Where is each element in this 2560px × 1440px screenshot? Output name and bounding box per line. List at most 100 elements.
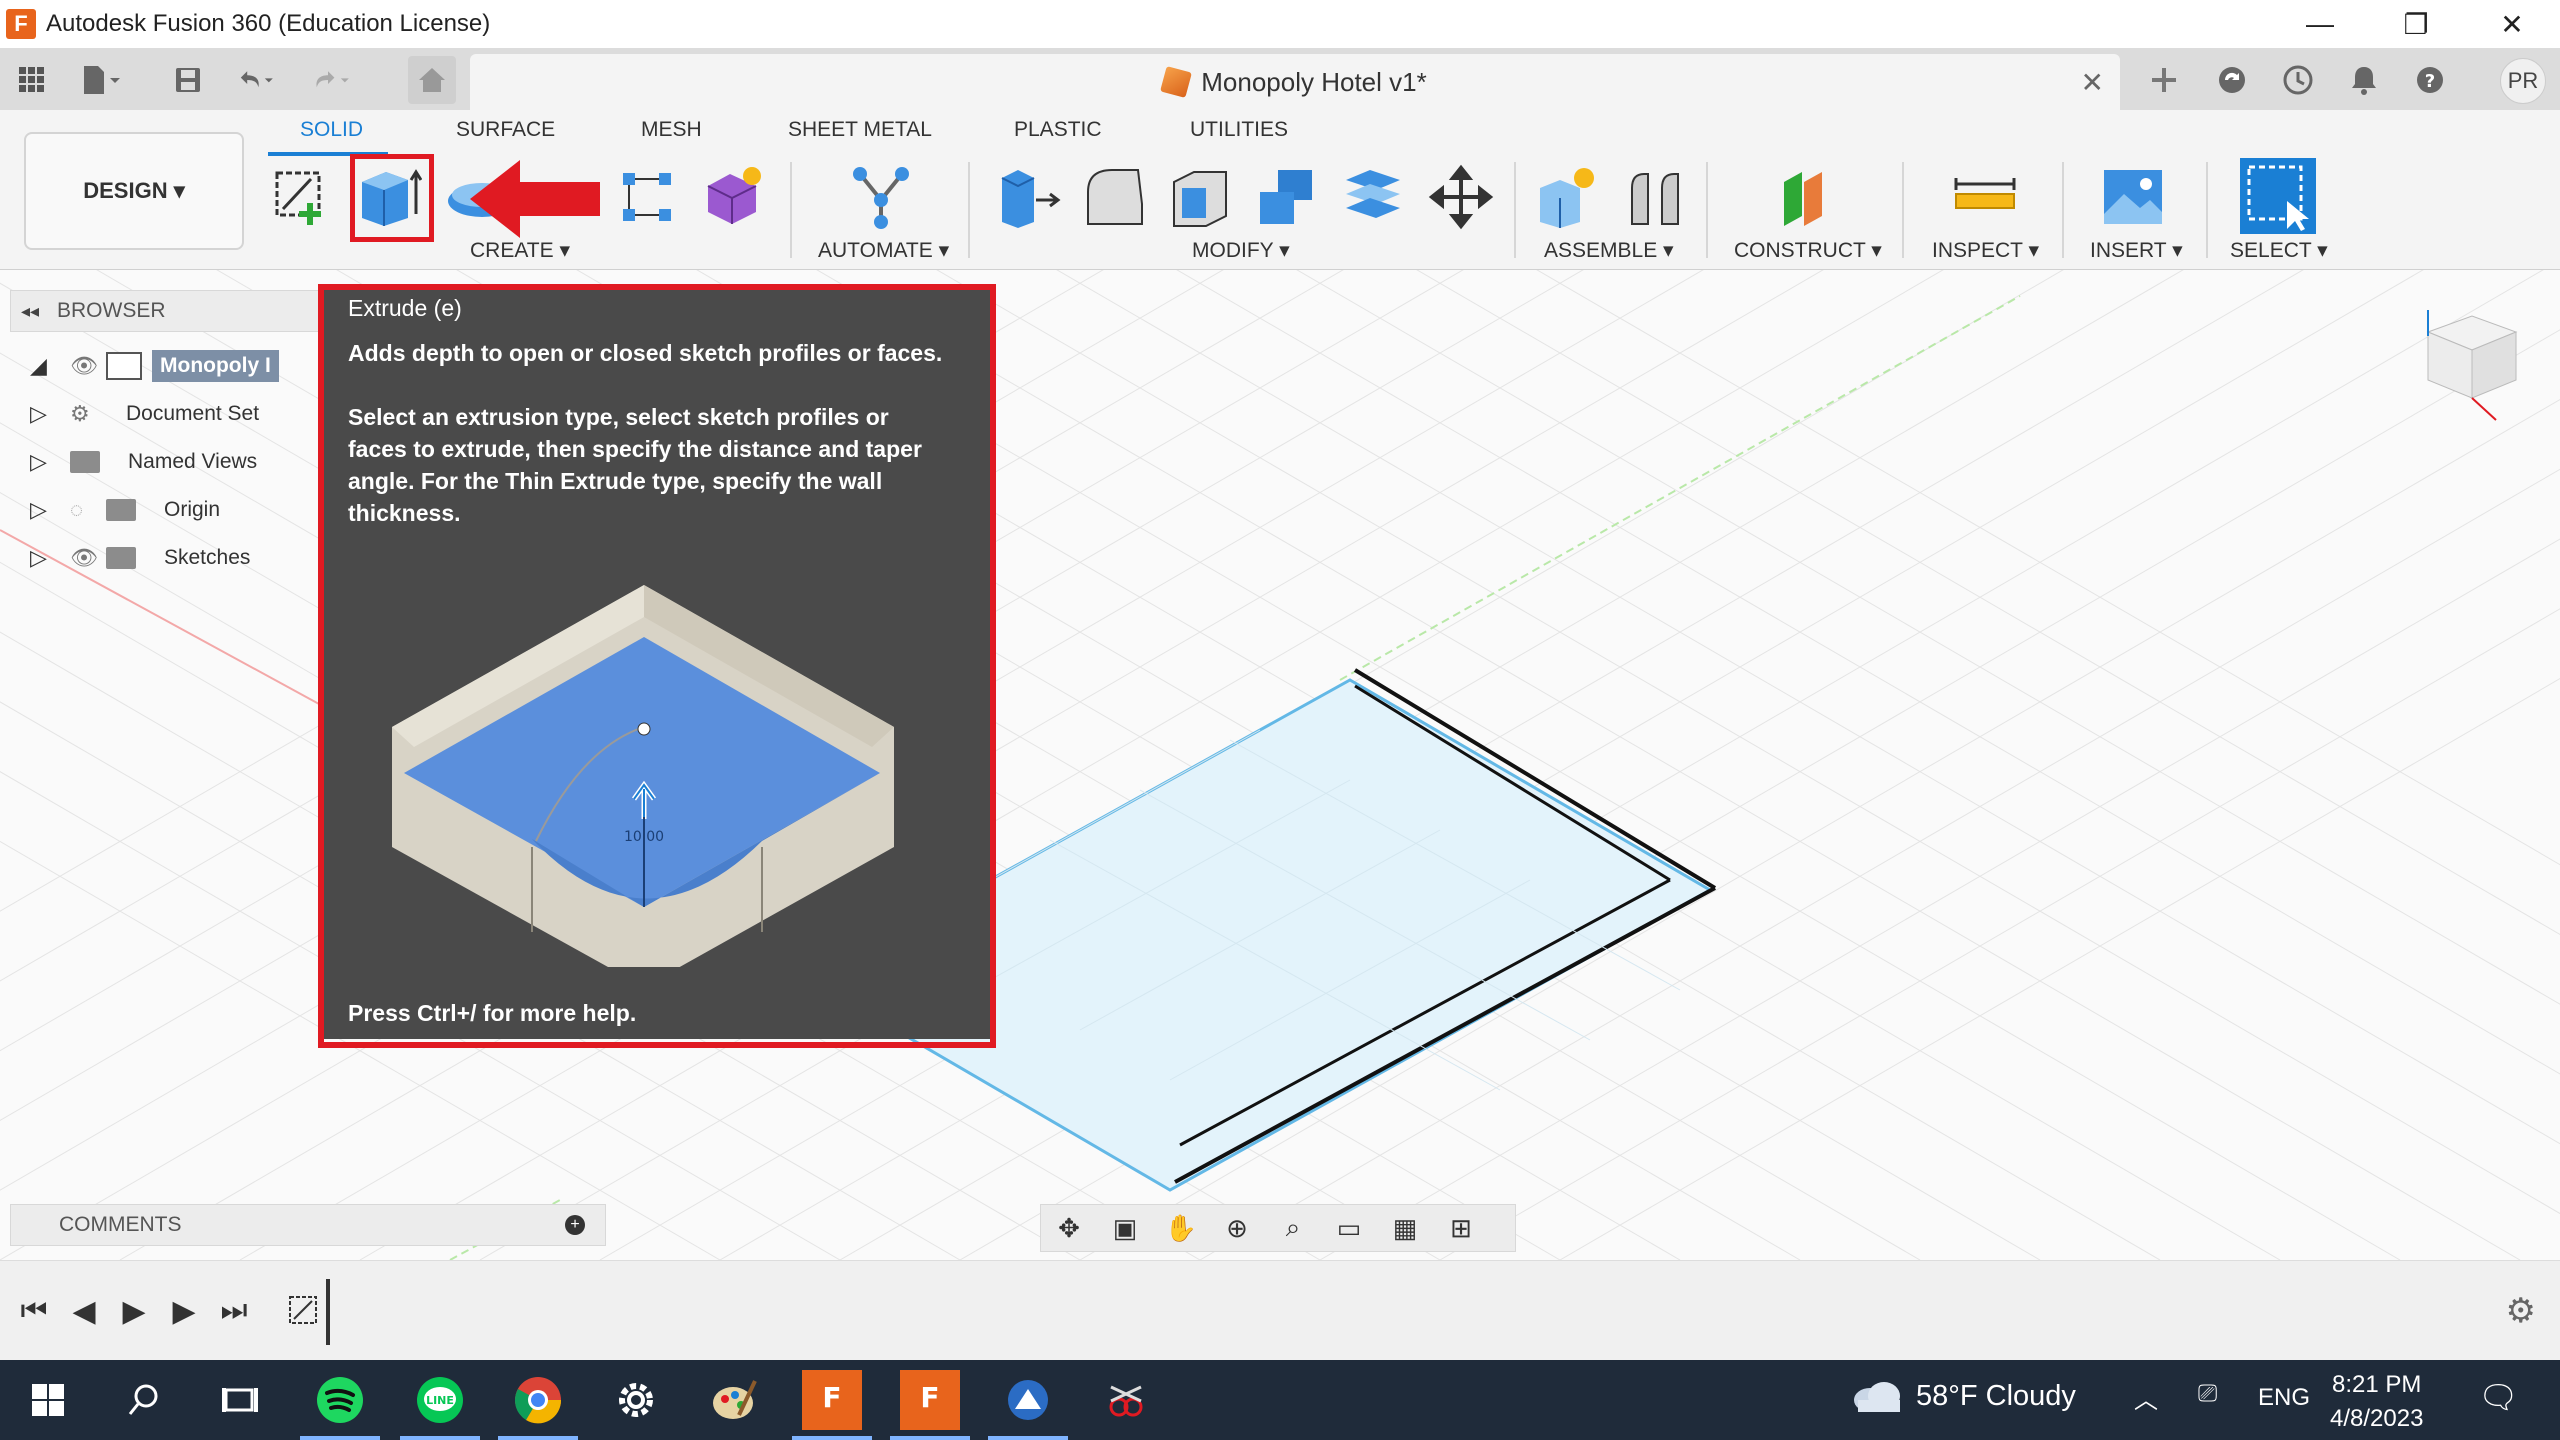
document-tab[interactable]: Monopoly Hotel v1* ✕ [470, 54, 2120, 110]
spotify-icon[interactable] [310, 1370, 370, 1430]
tab-sheet-metal[interactable]: SHEET METAL [788, 118, 932, 142]
weather-widget[interactable]: 58°F Cloudy [1850, 1378, 2076, 1414]
close-document-button[interactable]: ✕ [2081, 66, 2104, 99]
settings-gear-icon[interactable] [606, 1370, 666, 1430]
save-icon[interactable] [168, 60, 208, 100]
fusion360-active-taskbar-icon[interactable]: F [900, 1370, 960, 1430]
create-sketch-icon[interactable] [268, 162, 338, 232]
new-tab-icon[interactable] [2144, 60, 2184, 100]
restore-button[interactable]: ❐ [2368, 0, 2464, 48]
joint-icon[interactable] [1620, 162, 1690, 232]
close-window-button[interactable]: ✕ [2464, 0, 2560, 48]
timeline-sketch-icon[interactable] [286, 1291, 326, 1331]
grid-settings-icon[interactable]: ▦ [1377, 1204, 1433, 1252]
input-language[interactable]: ENG [2258, 1384, 2310, 1412]
expand-triangle-icon[interactable]: ▷ [30, 545, 70, 571]
windows-start-icon[interactable] [18, 1370, 78, 1430]
zoom-icon[interactable]: ⊕ [1209, 1204, 1265, 1252]
home-icon[interactable] [408, 56, 456, 104]
browser-item-document-settings[interactable]: ▷ ⚙ Document Set [30, 392, 259, 436]
add-comment-icon[interactable]: + [565, 1215, 585, 1235]
help-icon[interactable]: ? [2410, 60, 2450, 100]
rectangular-pattern-icon[interactable] [612, 162, 682, 232]
select-group-label[interactable]: SELECT ▾ [2230, 238, 2328, 263]
move-copy-icon[interactable] [1426, 162, 1496, 232]
new-component-icon[interactable] [1532, 162, 1602, 232]
sync-icon[interactable] [2212, 60, 2252, 100]
line-app-icon[interactable]: LINE [410, 1370, 470, 1430]
user-avatar[interactable]: PR [2500, 58, 2546, 104]
hidden-eye-icon[interactable]: ◌ [70, 497, 106, 523]
viewports-icon[interactable]: ⊞ [1433, 1204, 1489, 1252]
visibility-eye-icon[interactable]: 👁 [70, 353, 106, 379]
modify-group-label[interactable]: MODIFY ▾ [1192, 238, 1290, 263]
system-clock[interactable]: 8:21 PM 4/8/2023 [2330, 1368, 2423, 1436]
redo-icon[interactable] [312, 60, 352, 100]
browser-item-label: Sketches [164, 546, 251, 569]
automate-group-label[interactable]: AUTOMATE ▾ [818, 238, 949, 263]
undo-icon[interactable] [236, 60, 276, 100]
construct-group-label[interactable]: CONSTRUCT ▾ [1734, 238, 1882, 263]
fillet-icon[interactable] [1080, 162, 1150, 232]
shell-icon[interactable] [1166, 162, 1236, 232]
measure-icon[interactable] [1950, 162, 2020, 232]
visibility-eye-icon[interactable]: 👁 [70, 545, 106, 571]
expand-triangle-icon[interactable]: ▷ [30, 401, 70, 427]
insert-group-label[interactable]: INSERT ▾ [2090, 238, 2183, 263]
notifications-bell-icon[interactable] [2344, 60, 2384, 100]
offset-face-icon[interactable] [1338, 162, 1408, 232]
search-icon[interactable] [114, 1370, 174, 1430]
browser-item-origin[interactable]: ▷ ◌ Origin [30, 488, 220, 532]
apps-grid-icon[interactable] [12, 60, 52, 100]
press-pull-icon[interactable] [994, 162, 1064, 232]
step-forward-icon[interactable]: ▶ [164, 1291, 204, 1331]
play-icon[interactable]: ▶ [114, 1291, 154, 1331]
timeline-settings-gear-icon[interactable]: ⚙ [2506, 1291, 2536, 1331]
meet-now-icon[interactable]: ⎚ [2198, 1380, 2217, 1408]
collapse-browser-icon[interactable]: ◂◂ [21, 301, 39, 322]
insert-image-icon[interactable] [2098, 162, 2168, 232]
workspace-switcher-button[interactable]: DESIGN ▾ [24, 132, 244, 250]
minimize-button[interactable]: — [2272, 0, 2368, 48]
browser-root-item[interactable]: ◢ 👁 Monopoly I [30, 344, 279, 388]
go-to-start-icon[interactable]: ⏮ [14, 1291, 54, 1331]
collapse-triangle-icon[interactable]: ◢ [30, 353, 70, 379]
combine-icon[interactable] [1252, 162, 1322, 232]
inspect-group-label[interactable]: INSPECT ▾ [1932, 238, 2039, 263]
app-icon-blue[interactable] [998, 1370, 1058, 1430]
select-icon[interactable] [2240, 158, 2316, 234]
timeline-marker[interactable] [326, 1279, 330, 1345]
offset-plane-icon[interactable] [1772, 162, 1842, 232]
assemble-group-label[interactable]: ASSEMBLE ▾ [1544, 238, 1674, 263]
go-to-end-icon[interactable]: ⏭ [214, 1291, 254, 1331]
show-hidden-icons-chevron-icon[interactable]: ︿ [2134, 1380, 2158, 1415]
display-settings-icon[interactable]: ▭ [1321, 1204, 1377, 1252]
job-status-icon[interactable] [2278, 60, 2318, 100]
paint-icon[interactable] [704, 1370, 764, 1430]
comments-panel[interactable]: COMMENTS + [10, 1204, 606, 1246]
notification-center-icon[interactable]: 🗨 [2478, 1378, 2519, 1416]
tab-solid[interactable]: SOLID [300, 118, 363, 142]
tab-plastic[interactable]: PLASTIC [1014, 118, 1102, 142]
expand-triangle-icon[interactable]: ▷ [30, 449, 70, 475]
tab-surface[interactable]: SURFACE [456, 118, 555, 142]
browser-panel-header[interactable]: ◂◂ BROWSER [10, 290, 340, 332]
orbit-icon[interactable]: ✥ [1041, 1204, 1097, 1252]
look-at-icon[interactable]: ▣ [1097, 1204, 1153, 1252]
chrome-icon[interactable] [508, 1370, 568, 1430]
tab-mesh[interactable]: MESH [641, 118, 702, 142]
step-back-icon[interactable]: ◀ [64, 1291, 104, 1331]
pan-hand-icon[interactable]: ✋ [1153, 1204, 1209, 1252]
fit-zoom-icon[interactable]: ⌕ [1265, 1204, 1321, 1252]
fusion360-taskbar-icon[interactable]: F [802, 1370, 862, 1430]
create-group-label[interactable]: CREATE ▾ [470, 238, 570, 263]
browser-item-sketches[interactable]: ▷ 👁 Sketches [30, 536, 250, 580]
automate-icon[interactable] [846, 162, 916, 232]
form-icon[interactable] [698, 162, 768, 232]
browser-item-named-views[interactable]: ▷ Named Views [30, 440, 257, 484]
expand-triangle-icon[interactable]: ▷ [30, 497, 70, 523]
file-menu-icon[interactable] [80, 60, 120, 100]
task-view-icon[interactable] [210, 1370, 270, 1430]
snipping-tool-icon[interactable] [1096, 1370, 1156, 1430]
tab-utilities[interactable]: UTILITIES [1190, 118, 1288, 142]
